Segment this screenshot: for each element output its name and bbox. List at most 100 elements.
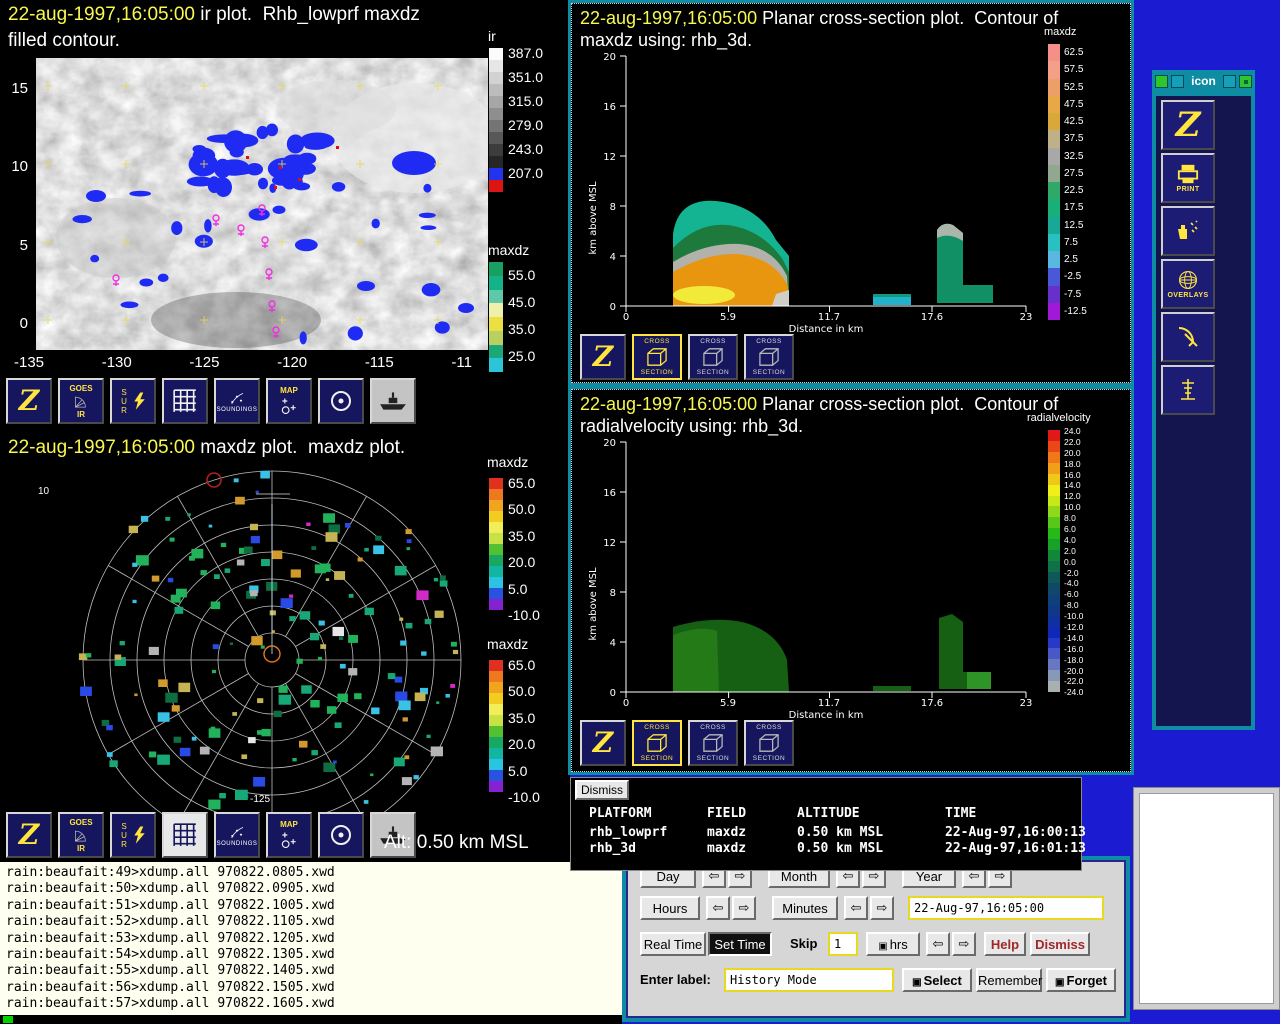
cube-icon xyxy=(701,347,725,367)
forget-button[interactable]: ▣Forget xyxy=(1046,968,1116,992)
colorbar-tick: 57.5 xyxy=(1064,61,1087,78)
x-tick: 17.6 xyxy=(921,698,943,709)
cross-section-window-maxdz: 22-aug-1997,16:05:00 Planar cross-sectio… xyxy=(568,0,1134,386)
zeb-menu-button[interactable]: Z xyxy=(580,720,626,766)
radar-fan-icon xyxy=(71,394,91,409)
terminal-cursor xyxy=(3,1016,13,1023)
terminal-line: rain:beaufait:55>xdump.all 970822.1405.x… xyxy=(6,963,616,979)
colorbar-segment xyxy=(489,500,503,511)
cross-section-button-3[interactable]: CROSS SECTION xyxy=(744,720,794,766)
colorbar-tick: -18.0 xyxy=(1064,655,1083,666)
icon-window-titlebar[interactable]: icon xyxy=(1152,70,1255,92)
dismiss-button[interactable]: Dismiss xyxy=(1030,932,1090,956)
terminal-window[interactable]: rain:beaufait:49>xdump.all 970822.0805.x… xyxy=(0,862,622,1015)
colorbar-segment xyxy=(489,737,503,748)
table-header-row: PLATFORM FIELD ALTITUDE TIME xyxy=(589,806,1145,821)
help-button[interactable]: Help xyxy=(984,932,1026,956)
zeb-menu-button[interactable]: Z xyxy=(6,378,52,424)
hours-back-button[interactable]: ⇦ xyxy=(706,896,730,920)
cube-icon xyxy=(645,347,669,367)
ir-plot-subtitle: filled contour. xyxy=(8,30,120,52)
window-button[interactable] xyxy=(1171,75,1184,88)
colorbar-tick: -4.0 xyxy=(1064,578,1083,589)
map-icon xyxy=(278,396,300,416)
zeb-menu-button[interactable]: Z xyxy=(580,334,626,380)
grid-button[interactable] xyxy=(162,812,208,858)
icon-window-title: icon xyxy=(1187,74,1220,88)
colorbar-segment xyxy=(489,60,503,72)
zeb-logo: Z xyxy=(593,343,613,371)
time-display-field[interactable] xyxy=(908,896,1104,920)
xsect2-colorbar-label: radialvelocity xyxy=(1027,412,1091,424)
hours-button[interactable]: Hours xyxy=(640,896,700,920)
cell: rhb_lowprf xyxy=(589,825,707,840)
radar-button[interactable] xyxy=(1161,312,1215,362)
maxdz-colorbar xyxy=(489,262,503,372)
colorbar-segment xyxy=(489,544,503,555)
overlay-ring-button[interactable] xyxy=(318,378,364,424)
skip-value-field[interactable] xyxy=(828,932,858,956)
window-iconify-button[interactable] xyxy=(1223,75,1236,88)
table-row: rhb_lowprf maxdz 0.50 km MSL 22-Aug-97,1… xyxy=(589,825,1145,840)
latitude-axis: 151050 xyxy=(4,80,28,332)
x-axis-label: Distance in km xyxy=(789,710,864,721)
colorbar-tick: -10.0 xyxy=(508,784,540,810)
surveillance-button[interactable]: SUR xyxy=(110,378,156,424)
colorbar-tick: -10.0 xyxy=(508,602,540,628)
minutes-back-button[interactable]: ⇦ xyxy=(844,896,868,920)
colorbar-tick: -10.0 xyxy=(1064,611,1083,622)
map-button[interactable]: MAP xyxy=(266,378,312,424)
zeb-menu-button[interactable]: Z xyxy=(6,812,52,858)
real-time-button[interactable]: Real Time xyxy=(640,932,706,956)
cross-section-button-2[interactable]: CROSS SECTION xyxy=(688,334,738,380)
zeb-logo: Z xyxy=(1176,108,1201,142)
colorbar-segment xyxy=(489,96,503,108)
grid-button[interactable] xyxy=(162,378,208,424)
minutes-forward-button[interactable]: ⇨ xyxy=(870,896,894,920)
colorbar-segment xyxy=(489,317,503,331)
set-time-button[interactable]: Set Time xyxy=(708,932,772,956)
data-availability-window: Dismiss PLATFORM FIELD ALTITUDE TIME rhb… xyxy=(570,777,1082,871)
image-dump-button[interactable] xyxy=(1161,206,1215,256)
cross-section-button-2[interactable]: CROSS SECTION xyxy=(688,720,738,766)
overlay-ring-button[interactable] xyxy=(318,812,364,858)
platforms-button[interactable] xyxy=(1161,365,1215,415)
soundings-button[interactable]: SOUNDINGS xyxy=(214,378,260,424)
colorbar-segment xyxy=(1048,528,1060,539)
ship-platform-button[interactable] xyxy=(370,378,416,424)
surveillance-button[interactable]: SUR xyxy=(110,812,156,858)
zeb-logo-button[interactable]: Z xyxy=(1161,100,1215,150)
print-button[interactable]: PRINT xyxy=(1161,153,1215,203)
remember-button[interactable]: Remember xyxy=(976,968,1042,992)
dismiss-button[interactable]: Dismiss xyxy=(575,780,629,800)
time-controller-window: Day ⇦ ⇨ Month ⇦ ⇨ Year ⇦ ⇨ Hours ⇦ ⇨ Min… xyxy=(622,856,1130,1022)
window-zoom-button[interactable] xyxy=(1239,75,1252,88)
colorbar-tick: 42.5 xyxy=(1064,113,1087,130)
y-axis-label: km above MSL xyxy=(588,181,599,255)
cross-section-button-3[interactable]: CROSS SECTION xyxy=(744,334,794,380)
cross-section-button-1[interactable]: CROSS SECTION xyxy=(632,334,682,380)
map-button[interactable]: MAP xyxy=(266,812,312,858)
skip-forward-button[interactable]: ⇨ xyxy=(952,932,976,956)
colorbar-segment xyxy=(1048,659,1060,670)
ship-icon xyxy=(378,391,408,411)
goes-ir-button[interactable]: GOES IR xyxy=(58,378,104,424)
minutes-button[interactable]: Minutes xyxy=(772,896,838,920)
overlays-button[interactable]: OVERLAYS xyxy=(1161,259,1215,309)
xsect2-colorbar-ticks: 24.022.020.018.016.014.012.010.08.06.04.… xyxy=(1064,426,1083,698)
cell: rhb_3d xyxy=(589,841,707,856)
y-tick: 12 xyxy=(603,538,616,549)
history-label-field[interactable] xyxy=(724,968,894,992)
colorbar-segment xyxy=(489,345,503,359)
colorbar-tick: 62.5 xyxy=(1064,44,1087,61)
y-tick: 8 xyxy=(610,202,616,213)
soundings-button[interactable]: SOUNDINGS xyxy=(214,812,260,858)
skip-units-menu[interactable]: ▣hrs xyxy=(866,932,920,956)
skip-back-button[interactable]: ⇦ xyxy=(926,932,950,956)
select-button[interactable]: ▣Select xyxy=(902,968,972,992)
cross-section-button-1[interactable]: CROSS SECTION xyxy=(632,720,682,766)
hours-forward-button[interactable]: ⇨ xyxy=(732,896,756,920)
goes-ir-button[interactable]: GOES IR xyxy=(58,812,104,858)
window-menu-button[interactable] xyxy=(1155,75,1168,88)
colorbar-segment xyxy=(489,290,503,304)
